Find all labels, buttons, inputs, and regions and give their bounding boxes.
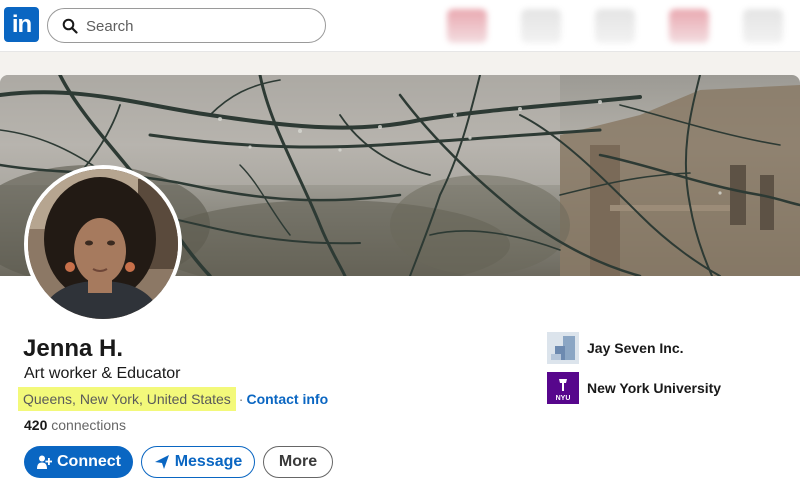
connect-button[interactable]: Connect [24, 446, 133, 478]
connections-label: connections [51, 417, 126, 433]
education-nyu[interactable]: NYU New York University [547, 372, 721, 404]
search-box[interactable] [47, 8, 326, 43]
jay-seven-logo [547, 332, 579, 364]
search-icon [62, 18, 78, 34]
connections-number: 420 [24, 417, 48, 433]
nav-item-blurred[interactable] [521, 8, 561, 43]
profile-photo-image [28, 169, 178, 319]
profile-headline: Art worker & Educator [24, 365, 181, 382]
message-button[interactable]: Message [141, 446, 255, 478]
profile-location: Queens, New York, United States [18, 387, 236, 411]
nav-items-blurred [430, 0, 800, 51]
nyu-logo: NYU [547, 372, 579, 404]
education-school-name: New York University [587, 380, 722, 396]
more-button-label: More [278, 453, 318, 470]
linkedin-logo[interactable]: in [4, 7, 39, 42]
search-input[interactable] [86, 15, 306, 37]
experience-jay-seven[interactable]: Jay Seven Inc. [547, 332, 684, 364]
nav-item-blurred[interactable] [595, 8, 635, 43]
location-row: Queens, New York, United States · Contac… [18, 387, 328, 411]
top-nav: in [0, 0, 800, 52]
connections-count[interactable]: 420 connections [24, 417, 126, 433]
message-button-label: Message [174, 453, 243, 470]
send-icon [154, 455, 169, 469]
connect-button-label: Connect [57, 453, 121, 470]
nav-item-blurred[interactable] [743, 8, 783, 43]
nav-item-blurred[interactable] [669, 8, 709, 43]
profile-card: Jay Seven Inc. NYU New York University [0, 75, 800, 499]
separator-dot: · [238, 391, 244, 407]
experience-company-name: Jay Seven Inc. [587, 340, 684, 356]
add-person-icon [37, 455, 52, 469]
contact-info-link[interactable]: Contact info [246, 391, 328, 407]
nyu-logo-text: NYU [556, 395, 571, 402]
profile-name: Jenna H. [23, 335, 124, 362]
nav-item-blurred[interactable] [447, 8, 487, 43]
more-button[interactable]: More [263, 446, 333, 478]
profile-photo[interactable] [24, 165, 182, 323]
